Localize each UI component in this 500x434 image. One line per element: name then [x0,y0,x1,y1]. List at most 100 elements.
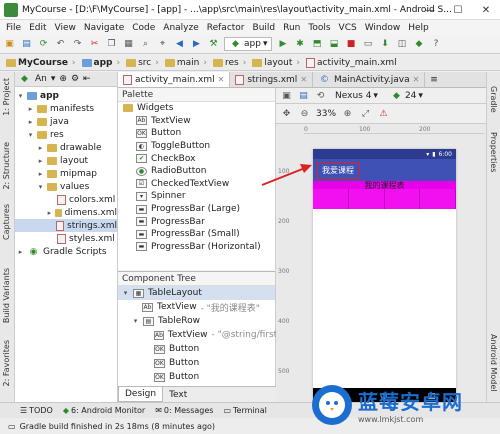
device-preview[interactable]: ▾ ▮ 6:00 我爱课程 我的课程表 ◁ ○ □ [313,149,456,402]
android-profiler-icon[interactable]: ◆ [412,38,425,51]
api-select[interactable]: ◆ 24 ▾ [386,89,427,103]
menu-navigate[interactable]: Navigate [80,23,128,33]
menu-code[interactable]: Code [128,23,159,33]
menu-file[interactable]: File [2,23,25,33]
tree-item-layout[interactable]: ▸ layout [15,154,117,167]
redo-icon[interactable]: ↷ [71,38,84,51]
tablerow-preview[interactable] [313,189,456,209]
tree-item-strings-xml[interactable]: strings.xml [15,219,117,232]
design-canvas[interactable]: 0 100 200 100 200 300 400 500 ▾ ▮ 6:00 我… [276,124,486,402]
palette-item-button[interactable]: OK Button [118,127,275,140]
breadcrumb-mycourse[interactable]: MyCourse › [3,58,79,68]
hide-panel-icon[interactable]: ⇤ [83,74,91,84]
component-tablerow[interactable]: ▾ ▤ TableRow [118,314,275,328]
tree-item-res[interactable]: ▾ res [15,128,117,141]
palette-item-progressbar-small[interactable]: ▬ ProgressBar (Small) [118,228,275,241]
back-icon[interactable]: ◀ [173,38,186,51]
device-monitor-icon[interactable]: ◫ [395,38,408,51]
menu-vcs[interactable]: VCS [335,23,361,33]
zoom-out-icon[interactable]: ⊖ [298,107,311,120]
tree-item-values[interactable]: ▾ values [15,180,117,193]
zoom-fit-icon[interactable]: ⤢ [359,107,372,120]
menu-refactor[interactable]: Refactor [203,23,249,33]
breadcrumb-layout[interactable]: layout › [249,58,303,68]
component-button-2[interactable]: OK Button [118,356,275,370]
component-textview-first[interactable]: Ab TextView - "@string/first" [118,328,281,342]
cut-icon[interactable]: ✂ [88,38,101,51]
tool-tab-favorites[interactable]: 2: Favorites [2,340,11,386]
menu-view[interactable]: View [51,23,80,33]
tool-tab-properties[interactable]: Properties [489,132,498,172]
tool-android-monitor[interactable]: ◆ 6: Android Monitor [63,406,145,415]
tablerow-cell[interactable] [313,189,349,209]
menu-help[interactable]: Help [404,23,433,33]
tabs-overflow[interactable]: ≡ [425,72,443,87]
tree-item-mipmap[interactable]: ▸ mipmap [15,167,117,180]
tablerow-cell[interactable] [349,189,385,209]
palette-item-radiobutton[interactable]: ● RadioButton [118,165,275,178]
palette-item-progressbar[interactable]: ▬ ProgressBar [118,215,275,228]
tree-item-app[interactable]: ▾ app [15,89,117,102]
design-view-icon[interactable]: ▣ [280,89,293,102]
tool-tab-build-variants[interactable]: Build Variants [2,268,11,323]
breadcrumb-app[interactable]: app › [79,58,124,68]
run-config-select[interactable]: ◆ app ▾ [224,37,273,51]
debug-icon[interactable]: ✱ [293,38,306,51]
component-tablelayout[interactable]: ▾ ▦ TableLayout [118,286,275,300]
tab-text[interactable]: Text [163,387,193,402]
project-view-select[interactable]: An [35,74,47,84]
warnings-icon[interactable]: ⚠ [377,107,390,120]
blueprint-view-icon[interactable]: ▤ [297,89,310,102]
tool-tab-captures[interactable]: Captures [2,204,11,240]
close-tab-icon[interactable]: ✕ [218,75,225,84]
tablerow-cell[interactable] [420,189,456,209]
chevron-down-icon[interactable]: ▾ [51,74,56,84]
menu-window[interactable]: Window [361,23,405,33]
zoom-in-icon[interactable]: ⊕ [341,107,354,120]
tool-tab-structure[interactable]: 2: Structure [2,142,11,190]
tool-todo[interactable]: ☰ TODO [20,406,53,415]
make-project-icon[interactable]: ⚒ [207,38,220,51]
tab-strings-xml[interactable]: strings.xml ✕ [230,72,314,87]
open-folder-icon[interactable]: ▣ [3,38,16,51]
copy-icon[interactable]: ❐ [105,38,118,51]
minimize-button[interactable]: — [416,0,444,20]
settings-gear-icon[interactable]: ⚙ [71,74,79,84]
paste-icon[interactable]: ▦ [122,38,135,51]
tree-item-gradle-scripts[interactable]: ▸ ◉ Gradle Scripts [15,245,117,258]
component-button-3[interactable]: OK Button [118,370,275,384]
tab-activity-main-xml[interactable]: activity_main.xml ✕ [118,72,231,87]
menu-run[interactable]: Run [279,23,304,33]
tablerow-cell[interactable] [385,189,421,209]
palette-item-progressbar-large[interactable]: ▬ ProgressBar (Large) [118,203,275,216]
tab-design[interactable]: Design [118,387,164,402]
breadcrumb-src[interactable]: src › [123,58,162,68]
breadcrumb-res[interactable]: res › [210,58,249,68]
breadcrumb-main[interactable]: main › [162,58,210,68]
close-button[interactable]: ✕ [472,0,500,20]
save-icon[interactable]: ▤ [20,38,33,51]
avd-manager-icon[interactable]: ▭ [361,38,374,51]
sync-scroll-icon[interactable]: ⊕ [59,74,67,84]
maximize-button[interactable]: ☐ [444,0,472,20]
tab-mainactivity-java[interactable]: © MainActivity.java ✕ [313,72,426,87]
breadcrumb-activity-main[interactable]: activity_main.xml [303,57,400,68]
tool-tab-project[interactable]: 1: Project [2,78,11,116]
help-icon[interactable]: ? [429,38,442,51]
replace-icon[interactable]: ⌖ [156,38,169,51]
palette-item-checkedtextview[interactable]: ☑ CheckedTextView [118,178,275,191]
attach-debugger-icon[interactable]: ⬒ [310,38,323,51]
component-button-1[interactable]: OK Button [118,342,275,356]
status-toggle-icon[interactable]: ▭ [8,422,16,431]
palette-item-togglebutton[interactable]: ◐ ToggleButton [118,140,275,153]
palette-group-widgets[interactable]: Widgets [118,102,275,115]
orientation-icon[interactable]: ⟲ [314,89,327,102]
palette-item-checkbox[interactable]: ✔ CheckBox [118,152,275,165]
undo-icon[interactable]: ↶ [54,38,67,51]
sdk-manager-icon[interactable]: ⬇ [378,38,391,51]
tool-messages[interactable]: ✉ 0: Messages [155,406,213,415]
menu-build[interactable]: Build [249,23,280,33]
sync-icon[interactable]: ⟳ [37,38,50,51]
textview-schedule-header[interactable]: 我的课程表 [313,181,456,190]
coverage-icon[interactable]: ⬓ [327,38,340,51]
